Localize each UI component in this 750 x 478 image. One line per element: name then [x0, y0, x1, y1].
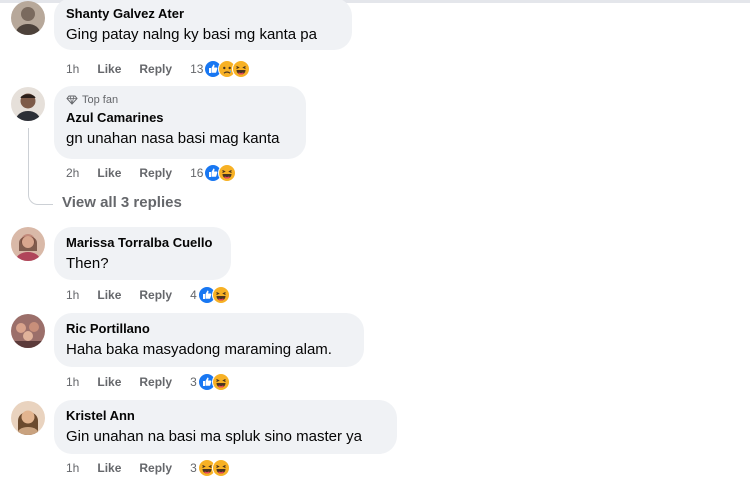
comment-timestamp[interactable]: 1h [66, 375, 79, 389]
comment-author[interactable]: Kristel Ann [66, 407, 385, 424]
reactions-summary[interactable] [197, 459, 230, 477]
haha-reaction-icon [211, 373, 230, 391]
comment-actions: 1h Like Reply 3 [66, 372, 230, 392]
comment-actions: 1h Like Reply 13 [66, 59, 251, 79]
comment-text: Haha baka masyadong maraming alam. [66, 341, 332, 358]
comment-timestamp[interactable]: 2h [66, 166, 79, 180]
reaction-count[interactable]: 4 [190, 288, 197, 302]
comment-actions: 1h Like Reply 4 [66, 285, 230, 305]
comment-author[interactable]: Shanty Galvez Ater [66, 5, 340, 22]
top-fan-badge: Top fan [66, 94, 294, 106]
reactions-summary[interactable] [197, 286, 230, 304]
reply-button[interactable]: Reply [139, 288, 172, 302]
reactions-summary[interactable] [204, 60, 251, 78]
comment-bubble: Top fan Azul Camarines gn unahan nasa ba… [54, 86, 306, 159]
comment-author[interactable]: Azul Camarines [66, 109, 294, 126]
haha-reaction-icon [211, 459, 230, 477]
haha-reaction-icon [218, 164, 237, 182]
comment-timestamp[interactable]: 1h [66, 62, 79, 76]
like-button[interactable]: Like [97, 166, 121, 180]
reaction-count[interactable]: 13 [190, 62, 203, 76]
like-button[interactable]: Like [97, 288, 121, 302]
comment-bubble: Marissa Torralba Cuello Then? [54, 227, 231, 280]
reply-button[interactable]: Reply [139, 62, 172, 76]
haha-reaction-icon [211, 286, 230, 304]
comment-actions: 1h Like Reply 3 [66, 458, 230, 478]
diamond-icon [66, 95, 78, 105]
avatar[interactable] [11, 401, 45, 435]
like-button[interactable]: Like [97, 62, 121, 76]
reaction-count[interactable]: 3 [190, 375, 197, 389]
comment-bubble: Ric Portillano Haha baka masyadong maram… [54, 313, 364, 367]
avatar[interactable] [11, 227, 45, 261]
comment-text: Then? [66, 255, 109, 272]
reactions-summary[interactable] [197, 373, 230, 391]
comment-timestamp[interactable]: 1h [66, 288, 79, 302]
reaction-count[interactable]: 16 [190, 166, 203, 180]
comment-author[interactable]: Ric Portillano [66, 320, 352, 337]
comment-bubble: Shanty Galvez Ater Ging patay nalng ky b… [54, 0, 352, 50]
avatar[interactable] [11, 87, 45, 121]
comment-text: Ging patay nalng ky basi mg kanta pa [66, 26, 317, 43]
comment-actions: 2h Like Reply 16 [66, 163, 237, 183]
avatar[interactable] [11, 314, 45, 348]
avatar[interactable] [11, 1, 45, 35]
reply-thread-connector [28, 128, 53, 205]
comment-text: gn unahan nasa basi mag kanta [66, 130, 280, 147]
reply-button[interactable]: Reply [139, 166, 172, 180]
reply-button[interactable]: Reply [139, 375, 172, 389]
comment-text: Gin unahan na basi ma spluk sino master … [66, 428, 362, 445]
haha-reaction-icon [232, 60, 251, 78]
like-button[interactable]: Like [97, 375, 121, 389]
view-replies-link[interactable]: View all 3 replies [62, 194, 182, 211]
badge-label: Top fan [82, 94, 119, 106]
reactions-summary[interactable] [204, 164, 237, 182]
comment-bubble: Kristel Ann Gin unahan na basi ma spluk … [54, 400, 397, 454]
comment-author[interactable]: Marissa Torralba Cuello [66, 234, 219, 251]
